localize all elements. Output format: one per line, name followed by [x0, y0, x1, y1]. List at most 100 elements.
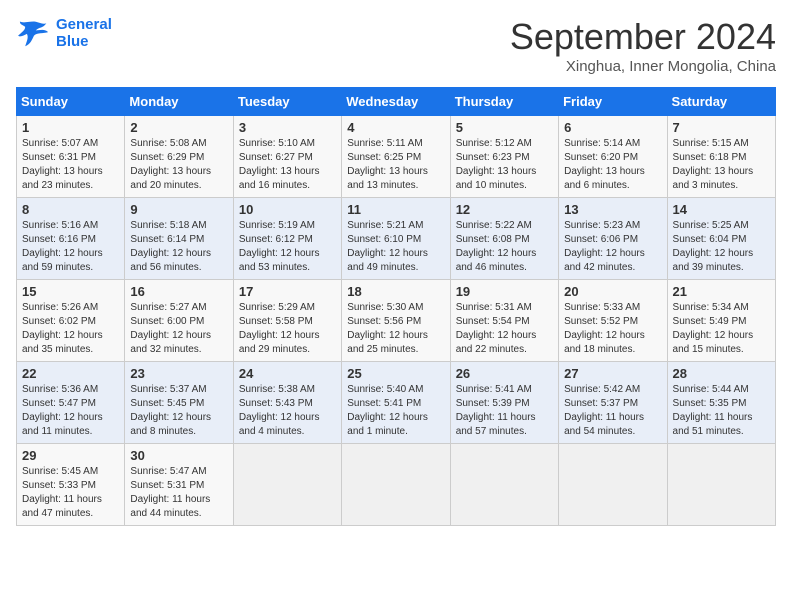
logo: General Blue [16, 16, 112, 50]
day-number: 8 [22, 202, 119, 217]
day-info: Sunrise: 5:22 AM Sunset: 6:08 PM Dayligh… [456, 219, 553, 275]
calendar-cell: 21 Sunrise: 5:34 AM Sunset: 5:49 PM Dayli… [667, 280, 775, 362]
logo-bird-icon [16, 18, 52, 48]
day-info: Sunrise: 5:10 AM Sunset: 6:27 PM Dayligh… [239, 137, 336, 193]
calendar-header-wednesday: Wednesday [342, 88, 450, 116]
calendar-header-saturday: Saturday [667, 88, 775, 116]
calendar-cell: 30 Sunrise: 5:47 AM Sunset: 5:31 PM Dayli… [125, 444, 233, 526]
calendar-cell: 24Sunrise: 5:38 AM Sunset: 5:43 PM Dayli… [233, 362, 341, 444]
day-number: 28 [673, 366, 770, 381]
day-number: 29 [22, 448, 119, 463]
calendar-header-row: SundayMondayTuesdayWednesdayThursdayFrid… [17, 88, 776, 116]
day-number: 20 [564, 284, 661, 299]
calendar-cell: 12Sunrise: 5:22 AM Sunset: 6:08 PM Dayli… [450, 198, 558, 280]
calendar-week-row: 22 Sunrise: 5:36 AM Sunset: 5:47 PM Dayli… [17, 362, 776, 444]
calendar-header-sunday: Sunday [17, 88, 125, 116]
calendar-cell: 17 Sunrise: 5:29 AM Sunset: 5:58 PM Dayli… [233, 280, 341, 362]
day-number: 21 [673, 284, 770, 299]
day-number: 9 [130, 202, 227, 217]
day-number: 14 [673, 202, 770, 217]
calendar-cell: 15Sunrise: 5:26 AM Sunset: 6:02 PM Dayli… [17, 280, 125, 362]
day-info: Sunrise: 5:23 AM Sunset: 6:06 PM Dayligh… [564, 219, 661, 275]
day-info: Sunrise: 5:33 AM Sunset: 5:52 PM Dayligh… [564, 301, 661, 357]
calendar-header-friday: Friday [559, 88, 667, 116]
day-number: 15 [22, 284, 119, 299]
day-info: Sunrise: 5:45 AM Sunset: 5:33 PM Dayligh… [22, 465, 119, 521]
calendar-cell: 16Sunrise: 5:27 AM Sunset: 6:00 PM Dayli… [125, 280, 233, 362]
calendar-header-thursday: Thursday [450, 88, 558, 116]
calendar-cell: 2Sunrise: 5:08 AM Sunset: 6:29 PM Daylig… [125, 116, 233, 198]
day-info: Sunrise: 5:27 AM Sunset: 6:00 PM Dayligh… [130, 301, 227, 357]
day-number: 26 [456, 366, 553, 381]
day-info: Sunrise: 5:11 AM Sunset: 6:25 PM Dayligh… [347, 137, 444, 193]
day-number: 17 [239, 284, 336, 299]
calendar-cell: 14Sunrise: 5:25 AM Sunset: 6:04 PM Dayli… [667, 198, 775, 280]
day-info: Sunrise: 5:34 AM Sunset: 5:49 PM Dayligh… [673, 301, 770, 357]
day-info: Sunrise: 5:30 AM Sunset: 5:56 PM Dayligh… [347, 301, 444, 357]
day-info: Sunrise: 5:12 AM Sunset: 6:23 PM Dayligh… [456, 137, 553, 193]
day-info: Sunrise: 5:18 AM Sunset: 6:14 PM Dayligh… [130, 219, 227, 275]
calendar-cell: 6Sunrise: 5:14 AM Sunset: 6:20 PM Daylig… [559, 116, 667, 198]
calendar-cell: 25Sunrise: 5:40 AM Sunset: 5:41 PM Dayli… [342, 362, 450, 444]
day-number: 27 [564, 366, 661, 381]
day-number: 13 [564, 202, 661, 217]
day-number: 7 [673, 120, 770, 135]
day-number: 22 [22, 366, 119, 381]
calendar-cell: 5Sunrise: 5:12 AM Sunset: 6:23 PM Daylig… [450, 116, 558, 198]
day-info: Sunrise: 5:14 AM Sunset: 6:20 PM Dayligh… [564, 137, 661, 193]
day-number: 25 [347, 366, 444, 381]
day-info: Sunrise: 5:36 AM Sunset: 5:47 PM Dayligh… [22, 383, 119, 439]
calendar-week-row: 15Sunrise: 5:26 AM Sunset: 6:02 PM Dayli… [17, 280, 776, 362]
day-info: Sunrise: 5:16 AM Sunset: 6:16 PM Dayligh… [22, 219, 119, 275]
day-info: Sunrise: 5:44 AM Sunset: 5:35 PM Dayligh… [673, 383, 770, 439]
calendar-cell: 27 Sunrise: 5:42 AM Sunset: 5:37 PM Dayli… [559, 362, 667, 444]
calendar-cell [342, 444, 450, 526]
calendar-cell: 19 Sunrise: 5:31 AM Sunset: 5:54 PM Dayli… [450, 280, 558, 362]
calendar-cell [233, 444, 341, 526]
logo-text: General [56, 16, 112, 33]
calendar-week-row: 29 Sunrise: 5:45 AM Sunset: 5:33 PM Dayli… [17, 444, 776, 526]
calendar-cell: 23 Sunrise: 5:37 AM Sunset: 5:45 PM Dayli… [125, 362, 233, 444]
day-info: Sunrise: 5:41 AM Sunset: 5:39 PM Dayligh… [456, 383, 553, 439]
day-number: 2 [130, 120, 227, 135]
day-number: 30 [130, 448, 227, 463]
day-info: Sunrise: 5:38 AM Sunset: 5:43 PM Dayligh… [239, 383, 336, 439]
day-number: 11 [347, 202, 444, 217]
calendar-header-tuesday: Tuesday [233, 88, 341, 116]
title-area: September 2024 Xinghua, Inner Mongolia, … [510, 16, 776, 75]
day-info: Sunrise: 5:19 AM Sunset: 6:12 PM Dayligh… [239, 219, 336, 275]
day-number: 23 [130, 366, 227, 381]
calendar-cell: 22 Sunrise: 5:36 AM Sunset: 5:47 PM Dayli… [17, 362, 125, 444]
calendar-cell: 9 Sunrise: 5:18 AM Sunset: 6:14 PM Daylig… [125, 198, 233, 280]
calendar-cell: 10 Sunrise: 5:19 AM Sunset: 6:12 PM Dayli… [233, 198, 341, 280]
day-info: Sunrise: 5:29 AM Sunset: 5:58 PM Dayligh… [239, 301, 336, 357]
day-info: Sunrise: 5:47 AM Sunset: 5:31 PM Dayligh… [130, 465, 227, 521]
day-number: 19 [456, 284, 553, 299]
calendar-cell: 13 Sunrise: 5:23 AM Sunset: 6:06 PM Dayli… [559, 198, 667, 280]
day-number: 10 [239, 202, 336, 217]
day-number: 18 [347, 284, 444, 299]
calendar-cell: 3Sunrise: 5:10 AM Sunset: 6:27 PM Daylig… [233, 116, 341, 198]
calendar-cell [450, 444, 558, 526]
calendar-table: SundayMondayTuesdayWednesdayThursdayFrid… [16, 87, 776, 526]
day-info: Sunrise: 5:21 AM Sunset: 6:10 PM Dayligh… [347, 219, 444, 275]
calendar-cell: 1 Sunrise: 5:07 AM Sunset: 6:31 PM Daylig… [17, 116, 125, 198]
subtitle: Xinghua, Inner Mongolia, China [510, 58, 776, 75]
calendar-cell: 8 Sunrise: 5:16 AM Sunset: 6:16 PM Daylig… [17, 198, 125, 280]
day-number: 1 [22, 120, 119, 135]
header: General Blue September 2024 Xinghua, Inn… [16, 16, 776, 75]
day-number: 4 [347, 120, 444, 135]
calendar-week-row: 8 Sunrise: 5:16 AM Sunset: 6:16 PM Daylig… [17, 198, 776, 280]
calendar-cell: 11 Sunrise: 5:21 AM Sunset: 6:10 PM Dayli… [342, 198, 450, 280]
day-info: Sunrise: 5:37 AM Sunset: 5:45 PM Dayligh… [130, 383, 227, 439]
logo-text2: Blue [56, 33, 112, 50]
day-info: Sunrise: 5:07 AM Sunset: 6:31 PM Dayligh… [22, 137, 119, 193]
day-info: Sunrise: 5:31 AM Sunset: 5:54 PM Dayligh… [456, 301, 553, 357]
day-info: Sunrise: 5:42 AM Sunset: 5:37 PM Dayligh… [564, 383, 661, 439]
calendar-cell: 20 Sunrise: 5:33 AM Sunset: 5:52 PM Dayli… [559, 280, 667, 362]
calendar-cell: 26 Sunrise: 5:41 AM Sunset: 5:39 PM Dayli… [450, 362, 558, 444]
calendar-cell: 7Sunrise: 5:15 AM Sunset: 6:18 PM Daylig… [667, 116, 775, 198]
calendar-cell: 4 Sunrise: 5:11 AM Sunset: 6:25 PM Daylig… [342, 116, 450, 198]
calendar-header-monday: Monday [125, 88, 233, 116]
calendar-cell [667, 444, 775, 526]
